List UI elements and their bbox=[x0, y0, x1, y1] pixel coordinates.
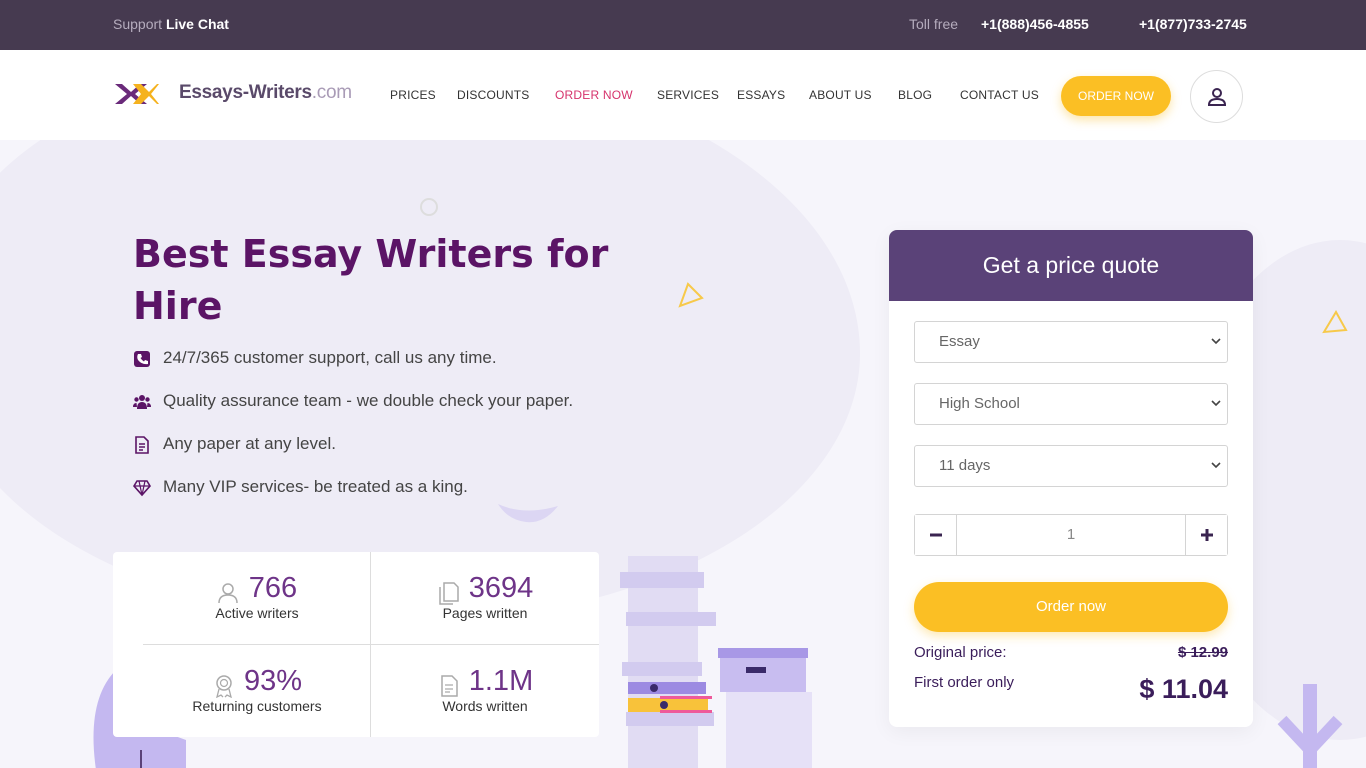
final-price-row: First order only $ 11.04 bbox=[914, 674, 1228, 704]
feature-text: Quality assurance team - we double check… bbox=[163, 391, 574, 410]
final-price: $ 11.04 bbox=[1139, 674, 1228, 704]
pages-stepper: 1 bbox=[914, 514, 1228, 556]
menu-item-about-us[interactable]: ABOUT US bbox=[809, 88, 872, 102]
user-icon bbox=[1207, 88, 1227, 106]
original-price-label: Original price: bbox=[914, 644, 1007, 661]
menu-item-blog[interactable]: BLOG bbox=[898, 88, 932, 102]
hero-title: Best Essay Writers for Hire bbox=[133, 232, 609, 328]
order-now-button[interactable]: ORDER NOW bbox=[1061, 76, 1171, 116]
stats-panel: 766 Active writers 3694 Pages written 93… bbox=[113, 552, 599, 737]
paper-stack-illustration bbox=[620, 556, 812, 768]
menu-item-services[interactable]: SERVICES bbox=[657, 88, 719, 102]
feature-text: Any paper at any level. bbox=[163, 434, 336, 453]
menu-item-order-now[interactable]: ORDER NOW bbox=[555, 88, 633, 102]
first-order-label: First order only bbox=[914, 674, 1015, 691]
document-icon bbox=[135, 436, 149, 454]
decor-triangle-right bbox=[1322, 310, 1348, 334]
increase-pages-button[interactable] bbox=[1185, 515, 1227, 555]
original-price: $ 12.99 bbox=[1177, 644, 1228, 661]
menu-item-essays[interactable]: ESSAYS bbox=[737, 88, 785, 102]
logo-text: Essays-Writers.com bbox=[179, 82, 352, 104]
paper-type-select[interactable]: Essay bbox=[914, 321, 1228, 363]
stat-active-writers: 766 Active writers bbox=[143, 572, 371, 664]
hero-section: Best Essay Writers for Hire 24/7/365 cus… bbox=[0, 140, 1366, 768]
minus-icon bbox=[930, 533, 942, 537]
logo-tld: .com bbox=[311, 82, 352, 103]
pages-input[interactable]: 1 bbox=[957, 515, 1185, 555]
deadline-select[interactable]: 11 days bbox=[914, 445, 1228, 487]
chevron-down-icon bbox=[1211, 400, 1221, 407]
plus-icon bbox=[1201, 529, 1213, 541]
logo-name: Essays-Writers bbox=[179, 82, 312, 103]
selected-value: Essay bbox=[939, 333, 980, 350]
toll-free-label: Toll free bbox=[909, 16, 959, 32]
menu-item-contact-us[interactable]: CONTACT US bbox=[960, 88, 1039, 102]
menu-item-prices[interactable]: PRICES bbox=[390, 88, 436, 102]
original-price-row: Original price: $ 12.99 bbox=[914, 644, 1228, 661]
stat-value: 93% bbox=[243, 665, 303, 697]
top-bar: Support Live Chat Toll free +1(888)456-4… bbox=[0, 0, 1366, 50]
stat-label: Returning customers bbox=[192, 698, 322, 714]
price-quote-form: Get a price quote Essay High School 11 d… bbox=[889, 230, 1253, 727]
phone-link-2[interactable]: +1(877)733-2745 bbox=[1139, 16, 1247, 32]
stat-label: Pages written bbox=[442, 605, 528, 621]
order-now-submit-button[interactable]: Order now bbox=[914, 582, 1228, 632]
plant-right-illustration bbox=[1277, 684, 1343, 768]
chevron-down-icon bbox=[1211, 462, 1221, 469]
price-quote-title: Get a price quote bbox=[889, 230, 1253, 301]
menu-item-discounts[interactable]: DISCOUNTS bbox=[457, 88, 529, 102]
chevron-down-icon bbox=[1211, 338, 1221, 345]
feature-text: Many VIP services- be treated as a king. bbox=[163, 477, 468, 496]
academic-level-select[interactable]: High School bbox=[914, 383, 1228, 425]
paper-decor bbox=[498, 504, 558, 523]
users-icon bbox=[133, 395, 151, 409]
decor-circle bbox=[420, 198, 438, 216]
feature-text: 24/7/365 customer support, call us any t… bbox=[163, 348, 497, 367]
user-account-button[interactable] bbox=[1190, 70, 1243, 123]
live-chat-link[interactable]: Live Chat bbox=[166, 16, 229, 32]
selected-value: High School bbox=[939, 395, 1020, 412]
decrease-pages-button[interactable] bbox=[915, 515, 957, 555]
stat-returning-customers: 93% Returning customers bbox=[143, 665, 371, 757]
selected-value: 11 days bbox=[939, 457, 991, 474]
stat-value: 3694 bbox=[468, 572, 534, 604]
stat-words-written: 1.1M Words written bbox=[371, 665, 599, 757]
site-logo[interactable]: Essays-Writers.com bbox=[113, 80, 353, 110]
stat-label: Active writers bbox=[215, 605, 299, 621]
stat-value: 1.1M bbox=[468, 665, 534, 697]
award-icon bbox=[216, 675, 232, 698]
decor-triangle bbox=[678, 282, 704, 308]
pages-icon bbox=[438, 582, 459, 605]
words-icon bbox=[441, 675, 458, 697]
stat-pages-written: 3694 Pages written bbox=[371, 572, 599, 664]
writer-icon bbox=[218, 583, 238, 603]
stat-label: Words written bbox=[442, 698, 528, 714]
main-navigation: Essays-Writers.com PRICES DISCOUNTS ORDE… bbox=[0, 50, 1366, 140]
support-label: Support bbox=[113, 16, 163, 32]
stat-value: 766 bbox=[248, 572, 298, 604]
phone-icon bbox=[134, 351, 150, 367]
logo-icon bbox=[115, 84, 159, 104]
phone-link-1[interactable]: +1(888)456-4855 bbox=[981, 16, 1089, 32]
diamond-icon bbox=[133, 480, 151, 497]
support-info: Support Live Chat bbox=[113, 16, 229, 32]
